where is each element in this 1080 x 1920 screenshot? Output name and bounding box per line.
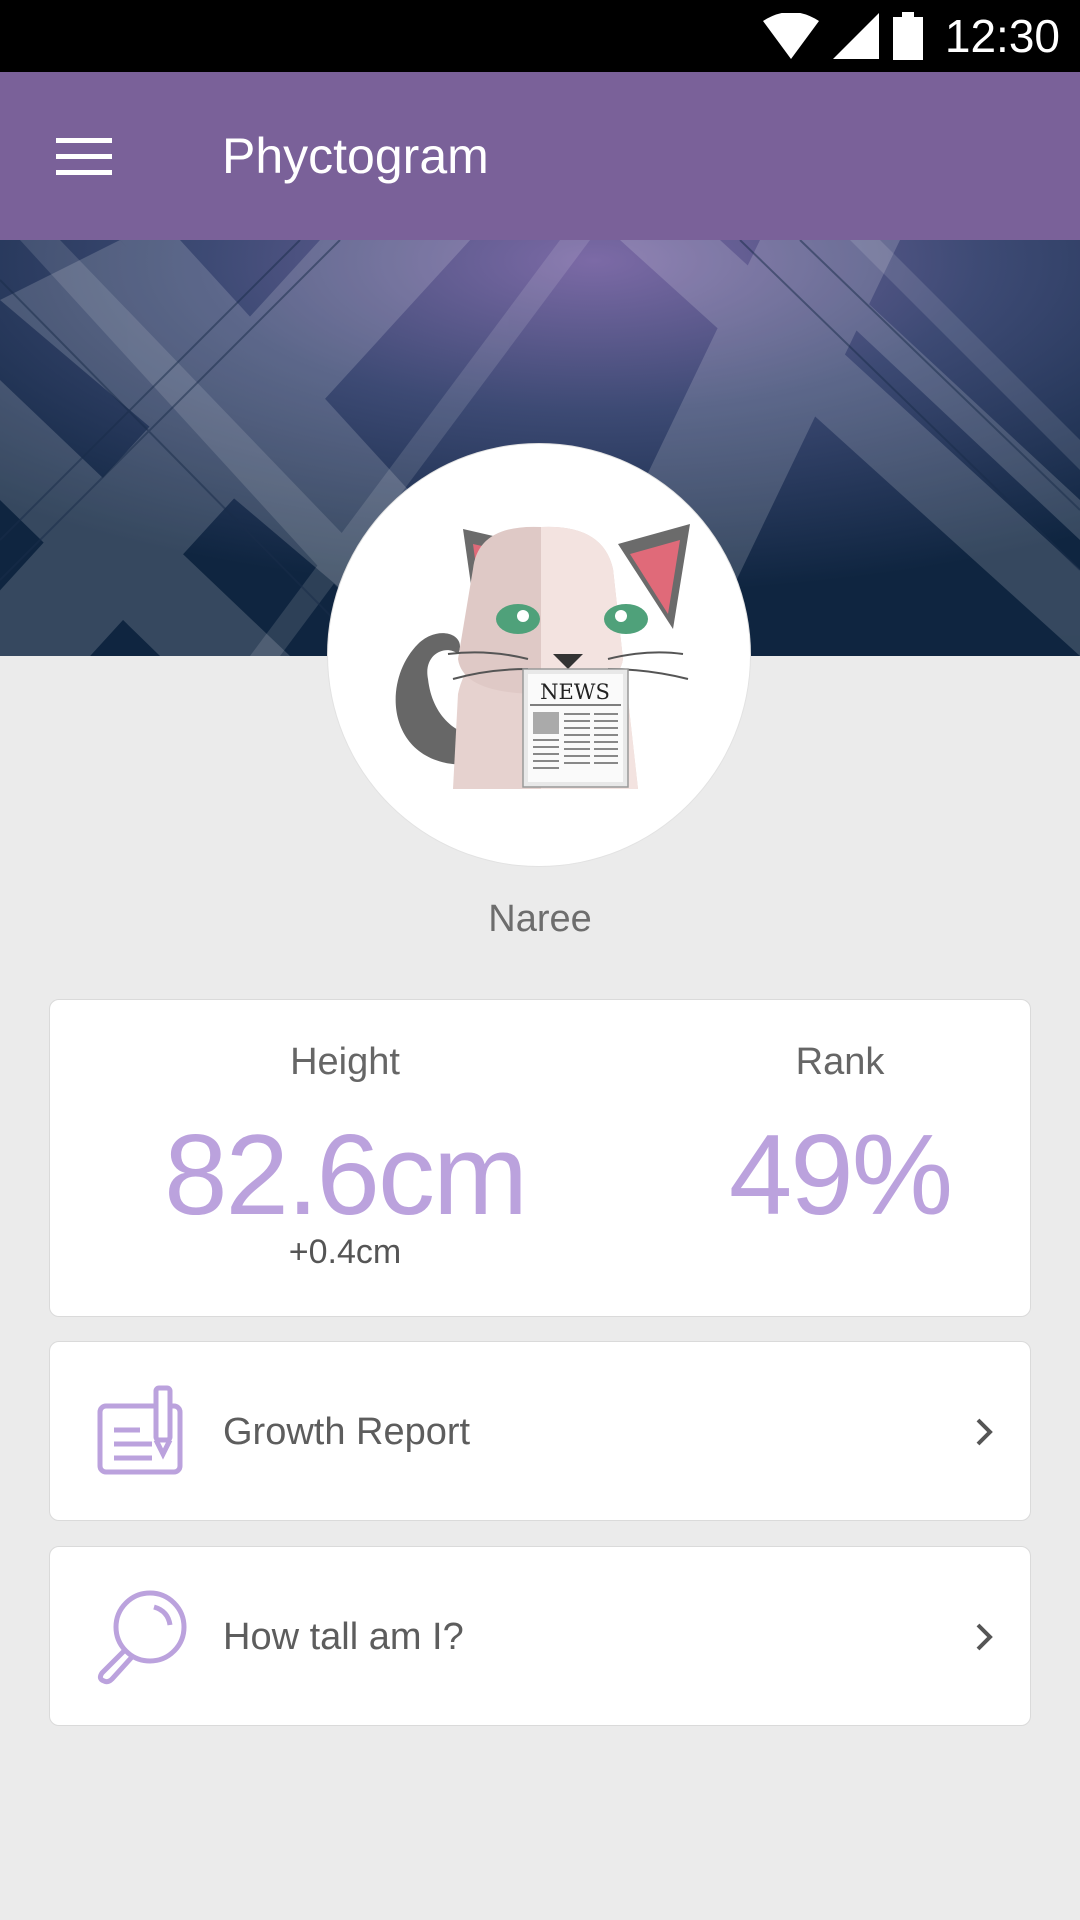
user-name: Naree (488, 898, 592, 940)
menu-button[interactable] (40, 116, 128, 196)
hamburger-menu-icon (56, 138, 112, 175)
app-title: Phyctogram (222, 128, 489, 184)
newspaper-text: NEWS (540, 680, 610, 704)
app-bar: Phyctogram (0, 72, 1080, 240)
chevron-right-icon (976, 1623, 993, 1651)
wifi-icon (762, 13, 819, 59)
growth-report-label: Growth Report (223, 1411, 471, 1453)
growth-report-button[interactable]: Growth Report (49, 1341, 1031, 1521)
avatar[interactable]: NEWS (328, 444, 750, 866)
magnifier-icon (97, 1590, 187, 1685)
status-bar: 12:30 (0, 0, 1080, 72)
height-delta: +0.4cm (288, 1233, 402, 1271)
rank-value: 49% (728, 1112, 953, 1239)
status-time: 12:30 (944, 10, 1060, 62)
how-tall-label: How tall am I? (223, 1616, 464, 1658)
height-value: 82.6cm (164, 1112, 528, 1239)
rank-label: Rank (795, 1041, 885, 1083)
chevron-right-icon (976, 1418, 993, 1446)
height-label: Height (290, 1041, 400, 1083)
how-tall-button[interactable]: How tall am I? (49, 1546, 1031, 1726)
cell-signal-icon (832, 13, 879, 59)
battery-icon (892, 12, 923, 60)
report-pen-icon (97, 1385, 183, 1475)
cat-newspaper-illustration: NEWS (395, 524, 690, 789)
stats-card: Height 82.6cm +0.4cm Rank 49% (49, 999, 1031, 1317)
